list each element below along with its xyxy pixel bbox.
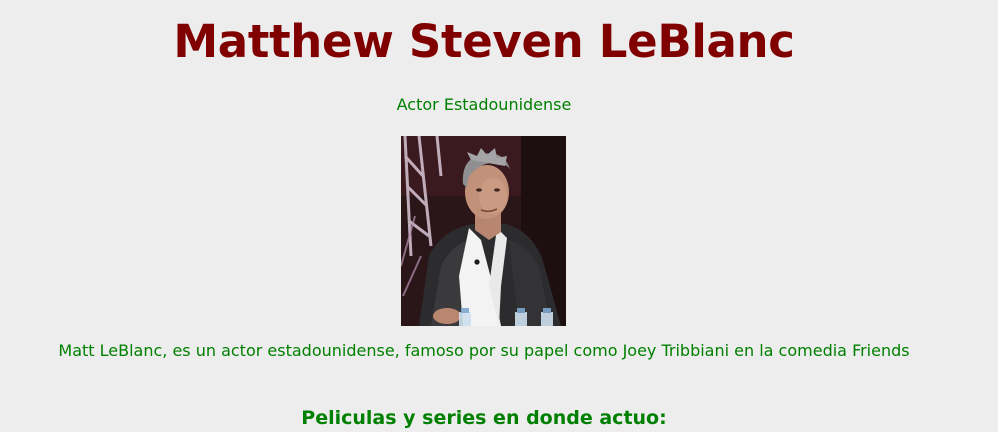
filmography-heading: Peliculas y series en donde actuo:: [301, 407, 667, 429]
page-subtitle: Actor Estadounidense: [396, 95, 572, 114]
actor-photo: [401, 136, 566, 326]
bio-text: Matt LeBlanc, es un actor estadounidense…: [58, 341, 910, 360]
page-title: Matthew Steven LeBlanc: [173, 15, 795, 68]
